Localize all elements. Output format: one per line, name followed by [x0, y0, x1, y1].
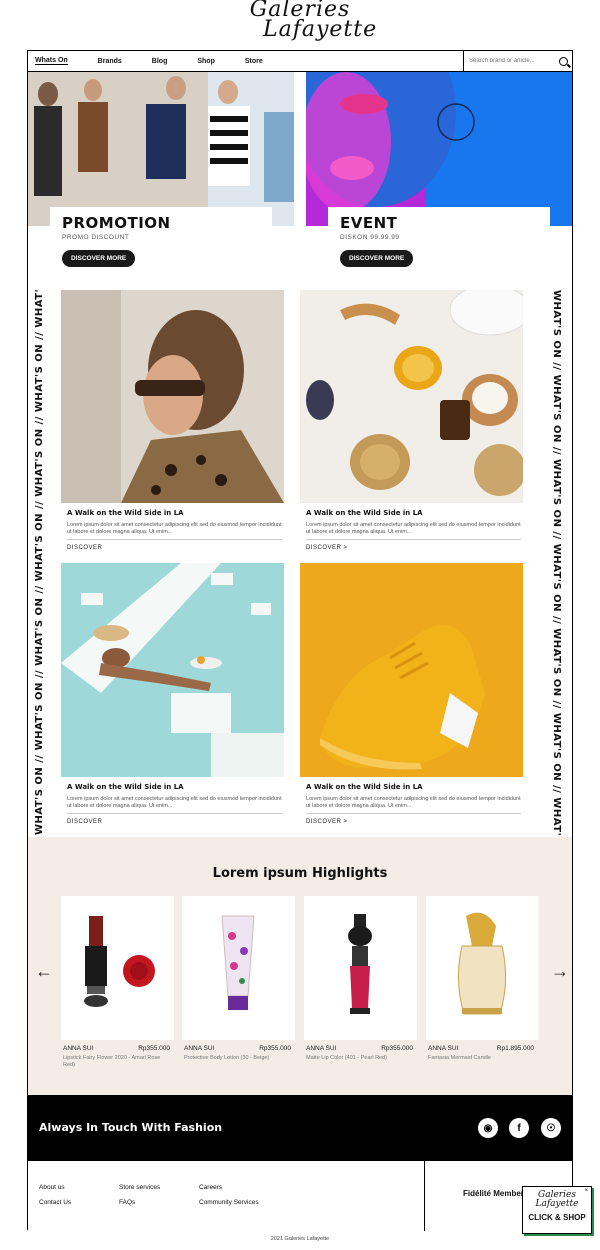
close-icon[interactable]: ×: [584, 1188, 588, 1194]
lip-color-product-image: [348, 914, 372, 1014]
nav-blog[interactable]: Blog: [152, 58, 168, 65]
promo-image-event[interactable]: [306, 72, 572, 226]
promo-image-fashion[interactable]: [28, 72, 294, 226]
article-desc-3: Lorem ipsum dolor sit amet consectetur a…: [67, 796, 282, 809]
product-price-1: Rp355.000: [138, 1045, 170, 1052]
article-image-1[interactable]: [61, 290, 284, 503]
product-brand-2: ANNA SUI: [184, 1045, 215, 1052]
product-name-4: Fantasia Mermaid Candle: [428, 1055, 491, 1061]
footer-careers[interactable]: Careers: [199, 1184, 222, 1191]
promo-subtitle: PROMO DISCOUNT: [62, 234, 130, 241]
article-desc-4: Lorem ipsum dolor sit amet consectetur a…: [306, 796, 521, 809]
cosmetics-flatlay-illustration: [300, 290, 523, 503]
carousel-next-arrow-icon[interactable]: →: [551, 962, 569, 980]
nav-whats-on[interactable]: Whats On: [35, 57, 68, 65]
main-nav: Whats On Brands Blog Shop Store: [27, 50, 573, 72]
search-box: [463, 51, 573, 71]
click-and-shop-widget[interactable]: × Galeries Lafayette CLICK & SHOP: [522, 1186, 592, 1234]
article-title-1[interactable]: A Walk on the Wild Side in LA: [67, 509, 184, 517]
article-title-4[interactable]: A Walk on the Wild Side in LA: [306, 783, 423, 791]
product-card-4[interactable]: [426, 896, 539, 1040]
product-name-2: Protective Body Lotion (30 - Beige): [184, 1055, 270, 1061]
article-desc-1: Lorem ipsum dolor sit amet consectetur a…: [67, 522, 282, 535]
fidelite-members-link[interactable]: Fidélité Members: [463, 1189, 528, 1198]
article-divider-3: [67, 813, 282, 814]
always-in-touch-text: Always In Touch With Fashion: [39, 1121, 223, 1134]
product-price-4: Rp1.895.000: [496, 1045, 534, 1052]
vertical-text-right: WHAT'S ON // WHAT'S ON // WHAT'S ON // W…: [551, 290, 562, 835]
article-divider-4: [306, 813, 521, 814]
article-discover-1[interactable]: DISCOVER: [67, 545, 102, 551]
vertical-text-left: WHAT'S ON // WHAT'S ON // WHAT'S ON // W…: [34, 290, 45, 835]
pool-woman-illustration: [61, 563, 284, 777]
vertical-whats-on-left: WHAT'S ON // WHAT'S ON // WHAT'S ON // W…: [32, 290, 48, 835]
article-discover-3[interactable]: DISCOVER: [67, 819, 102, 825]
line-icon[interactable]: ☉: [541, 1118, 561, 1138]
article-discover-4[interactable]: DISCOVER >: [306, 819, 348, 825]
nav-brands[interactable]: Brands: [98, 58, 122, 65]
article-divider-2: [306, 539, 521, 540]
footer-faqs[interactable]: FAQs: [119, 1199, 135, 1206]
click-shop-logo: Galeries Lafayette: [523, 1191, 591, 1209]
yellow-sneaker-illustration: [300, 563, 523, 777]
article-image-2[interactable]: [300, 290, 523, 503]
footer-about-us[interactable]: About us: [39, 1184, 65, 1191]
click-shop-label: CLICK & SHOP: [528, 1213, 586, 1222]
article-image-4[interactable]: [300, 563, 523, 777]
vertical-whats-on-right: WHAT'S ON // WHAT'S ON // WHAT'S ON // W…: [548, 290, 564, 835]
product-name-1: Lipstick Fairy Flower 2020 - Amari Rose …: [63, 1055, 161, 1068]
product-brand-4: ANNA SUI: [428, 1045, 459, 1052]
footer-divider: [424, 1161, 425, 1231]
product-brand-3: ANNA SUI: [306, 1045, 337, 1052]
promo-title: PROMOTION: [62, 214, 171, 232]
footer-community-services[interactable]: Community Services: [199, 1199, 259, 1206]
lotion-tube-product-image: [221, 915, 255, 1010]
product-card-2[interactable]: [182, 896, 295, 1040]
search-icon[interactable]: [559, 56, 568, 66]
article-desc-2: Lorem ipsum dolor sit amet consectetur a…: [306, 522, 521, 535]
article-image-3[interactable]: [61, 563, 284, 777]
instagram-icon[interactable]: ◉: [478, 1118, 498, 1138]
fashion-people-illustration: [28, 72, 294, 226]
lipstick-product-image: [84, 916, 155, 1007]
click-shop-logo-line2: Lafayette: [535, 1199, 579, 1209]
search-input[interactable]: [469, 58, 555, 64]
highlights-title: Lorem ipsum Highlights: [212, 866, 388, 881]
product-card-3[interactable]: [304, 896, 417, 1040]
woman-sunglasses-illustration: [61, 290, 284, 503]
promo-discover-button[interactable]: DISCOVER MORE: [62, 250, 136, 267]
event-discover-button[interactable]: DISCOVER MORE: [340, 250, 414, 267]
footer-store-services[interactable]: Store services: [119, 1184, 160, 1191]
event-subtitle: DISKON 99.99.99: [340, 234, 400, 241]
nav-store[interactable]: Store: [245, 58, 263, 65]
article-title-3[interactable]: A Walk on the Wild Side in LA: [67, 783, 184, 791]
article-discover-2[interactable]: DISCOVER >: [306, 545, 348, 551]
copyright-text: 2021 Galeries Lafayette: [270, 1236, 330, 1242]
product-name-3: Matte Lip Color (401 - Pearl Red): [306, 1055, 388, 1061]
facebook-icon[interactable]: f: [509, 1118, 529, 1138]
neon-face-illustration: [306, 72, 572, 226]
product-price-2: Rp355.000: [259, 1045, 291, 1052]
carousel-prev-arrow-icon[interactable]: ←: [35, 962, 53, 980]
logo[interactable]: Galeries Lafayette: [225, 0, 378, 52]
product-brand-1: ANNA SUI: [63, 1045, 94, 1052]
logo-line2: Lafayette: [263, 17, 378, 42]
article-divider-1: [67, 539, 282, 540]
nav-shop[interactable]: Shop: [197, 58, 215, 65]
product-price-3: Rp355.000: [381, 1045, 413, 1052]
event-title: EVENT: [340, 214, 398, 232]
footer-contact-us[interactable]: Contact Us: [39, 1199, 71, 1206]
article-title-2[interactable]: A Walk on the Wild Side in LA: [306, 509, 423, 517]
product-card-1[interactable]: [61, 896, 174, 1040]
frame-right-border: [572, 50, 573, 1230]
perfume-bottle-product-image: [457, 912, 507, 1015]
